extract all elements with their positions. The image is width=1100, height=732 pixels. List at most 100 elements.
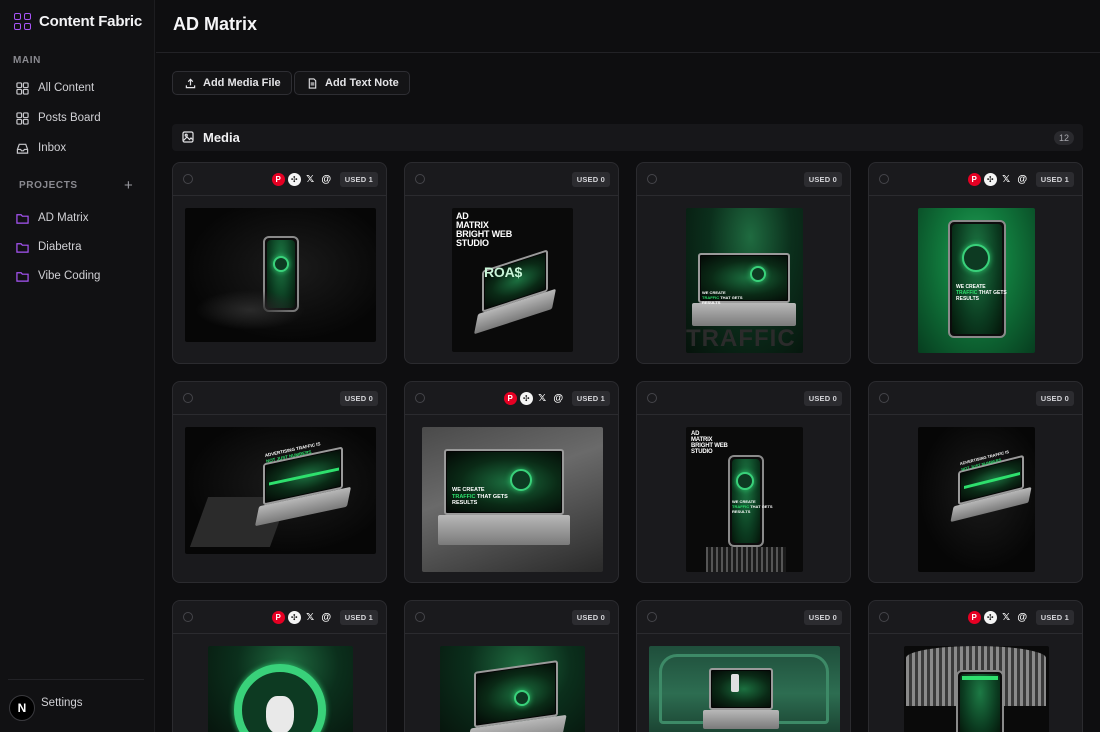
media-card[interactable]: USED 0 — [636, 600, 851, 732]
card-badges: P ✣ 𝕏 @ USED 1 — [967, 172, 1074, 187]
pinterest-icon: P — [967, 611, 981, 624]
card-badges: USED 0 — [800, 172, 842, 187]
sidebar-item-label: All Content — [38, 82, 95, 94]
headline-line: STUDIO — [691, 449, 713, 455]
media-card[interactable]: USED 0 AD MATRIX BRIGHT WEB STUDIO WE CREATE… — [636, 381, 851, 583]
media-thumbnail[interactable]: AD MATRIX BRIGHT WEB STUDIO WE CREATE TRAFFIC… — [686, 427, 803, 572]
media-thumbnail[interactable]: WE CREATE TRAFFIC THAT GETS RESULTS — [918, 208, 1035, 353]
media-card[interactable]: P ✣ 𝕏 @ USED 1 — [868, 600, 1083, 732]
laptop-screen-content — [712, 671, 770, 707]
select-checkbox[interactable] — [183, 393, 193, 403]
select-checkbox[interactable] — [415, 174, 425, 184]
media-section-header[interactable]: Media 12 — [172, 124, 1083, 151]
headline-text: AD MATRIX BRIGHT WEB STUDIO — [691, 431, 728, 455]
media-thumbnail[interactable]: ADVERTISING TRAFFIC IS NOT JUST NUMBERS — [918, 427, 1035, 572]
select-checkbox[interactable] — [879, 393, 889, 403]
media-section-title: Media — [203, 130, 240, 145]
sidebar-item-label: AD Matrix — [38, 212, 89, 224]
image-icon — [182, 131, 194, 143]
sidebar-item-ad-matrix[interactable]: AD Matrix — [8, 205, 146, 231]
threads-icon: @ — [1017, 612, 1028, 623]
select-checkbox[interactable] — [879, 612, 889, 622]
select-checkbox[interactable] — [647, 174, 657, 184]
card-badges: P ✣ 𝕏 @ USED 1 — [967, 610, 1074, 625]
media-card[interactable]: P ✣ 𝕏 @ USED 1 — [172, 162, 387, 364]
media-card-header: P ✣ 𝕏 @ USED 1 — [173, 601, 386, 634]
select-checkbox[interactable] — [183, 174, 193, 184]
add-media-file-button[interactable]: Add Media File — [172, 71, 292, 95]
media-card-header: USED 0 — [405, 601, 618, 634]
media-card[interactable]: P ✣ 𝕏 @ USED 1 WE CREATE TRAFFIC THAT GETS RES… — [868, 162, 1083, 364]
headline-line: STUDIO — [456, 238, 489, 248]
section-label-projects: PROJECTS — [19, 180, 78, 191]
media-card[interactable]: USED 0 ADVERTISING TRAFFIC IS NOT JUST NU… — [172, 381, 387, 583]
brand-name: Content Fabric — [39, 13, 143, 30]
pedestal — [706, 547, 786, 572]
card-badges: P ✣ 𝕏 @ USED 1 — [271, 172, 378, 187]
select-checkbox[interactable] — [415, 612, 425, 622]
select-checkbox[interactable] — [415, 393, 425, 403]
headline-line: RESULTS — [956, 296, 979, 302]
sidebar-item-diabetra[interactable]: Diabetra — [8, 234, 146, 260]
phone-mini — [731, 674, 739, 692]
usage-count-badge: USED 1 — [1035, 172, 1074, 187]
board-icon — [16, 111, 29, 125]
sidebar-item-all-content[interactable]: All Content — [8, 75, 146, 101]
select-checkbox[interactable] — [183, 612, 193, 622]
section-label-main: MAIN — [13, 55, 41, 66]
card-badges: USED 0 — [568, 172, 610, 187]
bunny-emblem-icon — [510, 469, 532, 491]
headline-line: RESULTS — [452, 500, 478, 506]
pinterest-icon: P — [271, 173, 285, 186]
select-checkbox[interactable] — [879, 174, 889, 184]
media-thumbnail[interactable]: ADVERTISING TRAFFIC IS NOT JUST NUMBERS — [185, 427, 376, 554]
media-thumbnail[interactable] — [440, 646, 585, 732]
media-thumbnail[interactable]: WE CREATE TRAFFIC THAT GETS RESULTS — [422, 427, 603, 572]
headline-line: RESULTS — [702, 300, 721, 305]
media-card[interactable]: USED 0 ADVERTISING TRAFFIC IS NOT JUST NU… — [868, 381, 1083, 583]
media-card[interactable]: P ✣ 𝕏 @ USED 1 WE CREATE TRAFFIC THAT GETS RES… — [404, 381, 619, 583]
sidebar-item-posts-board[interactable]: Posts Board — [8, 105, 146, 131]
upload-icon — [185, 78, 196, 88]
headline-text: WE CREATE TRAFFIC THAT GETS RESULTS — [956, 284, 1007, 302]
media-thumbnail[interactable]: WE CREATE TRAFFIC THAT GETS RESULTS TRAFFIC — [686, 208, 803, 353]
sidebar-item-label: Inbox — [38, 142, 67, 154]
sidebar-item-vibe-coding[interactable]: Vibe Coding — [8, 263, 146, 289]
headline-text: WE CREATE TRAFFIC THAT GETS RESULTS — [702, 290, 743, 305]
media-thumbnail[interactable] — [649, 646, 840, 732]
share-icon: ✣ — [519, 392, 533, 405]
usage-count-badge: USED 0 — [1035, 391, 1074, 406]
sidebar-item-inbox[interactable]: Inbox — [8, 135, 146, 161]
media-thumbnail[interactable] — [904, 646, 1049, 732]
media-thumbnail[interactable] — [208, 646, 353, 732]
card-badges: USED 0 — [336, 391, 378, 406]
add-text-note-button[interactable]: Add Text Note — [294, 71, 410, 95]
media-card[interactable]: USED 0 WE CREATE TRAFFIC THAT GETS RESULTS… — [636, 162, 851, 364]
media-thumbnail[interactable]: AD MATRIX BRIGHT WEB STUDIO ROA$ — [452, 208, 573, 352]
add-project-button[interactable]: + — [124, 178, 133, 194]
media-card[interactable]: USED 0 — [404, 600, 619, 732]
x-icon: 𝕏 — [306, 174, 315, 185]
usage-count-badge: USED 1 — [339, 172, 378, 187]
media-thumbnail[interactable] — [185, 208, 376, 342]
laptop-mockup — [709, 668, 773, 710]
roas-text: ROA$ — [484, 264, 523, 280]
sidebar-item-label: Diabetra — [38, 241, 82, 253]
bunny-emblem-icon — [750, 266, 766, 282]
usage-count-badge: USED 0 — [803, 172, 842, 187]
media-card-header: USED 0 — [173, 382, 386, 415]
threads-icon: @ — [553, 393, 564, 404]
media-card[interactable]: P ✣ 𝕏 @ USED 1 — [172, 600, 387, 732]
select-checkbox[interactable] — [647, 393, 657, 403]
x-icon: 𝕏 — [1002, 174, 1011, 185]
media-card[interactable]: USED 0 AD MATRIX BRIGHT WEB STUDIO ROA$ — [404, 162, 619, 364]
brand[interactable]: Content Fabric — [14, 13, 142, 30]
folder-icon — [16, 242, 29, 253]
x-icon: 𝕏 — [1002, 612, 1011, 623]
select-checkbox[interactable] — [647, 612, 657, 622]
share-icon: ✣ — [983, 611, 997, 624]
headline-line: THAT GETS — [719, 295, 743, 300]
media-card-header: USED 0 — [405, 163, 618, 196]
settings-button[interactable]: N Settings — [8, 690, 146, 721]
threads-icon: @ — [1017, 174, 1028, 185]
